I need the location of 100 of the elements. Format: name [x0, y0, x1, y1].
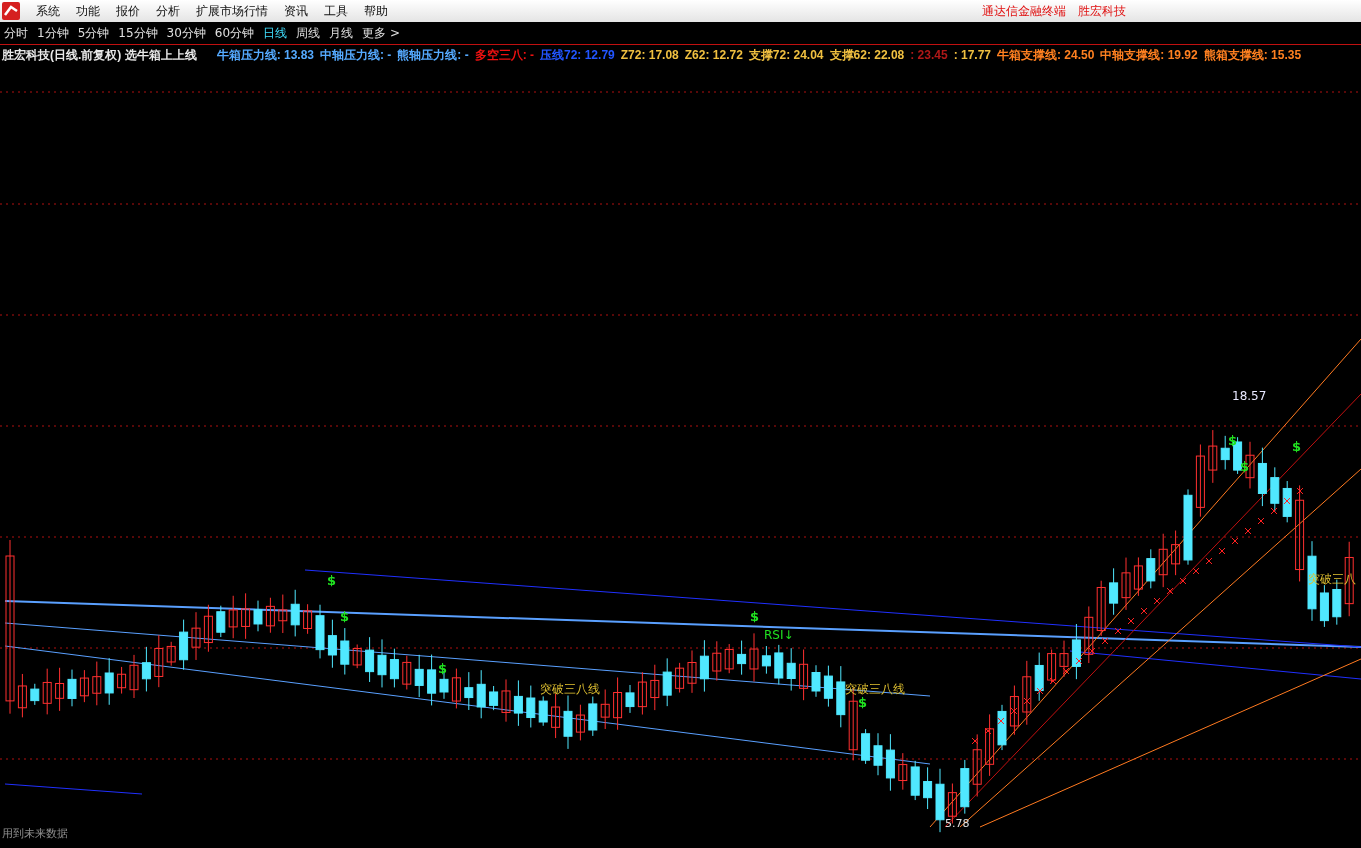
candlestick	[637, 671, 647, 715]
indicator-legend: : 23.45	[910, 48, 948, 62]
indicator-legend: 熊轴压力线: -	[397, 46, 469, 64]
candlestick	[526, 685, 536, 728]
candlestick	[898, 752, 908, 791]
candlestick	[650, 664, 660, 711]
period-tab[interactable]: 月线	[329, 24, 354, 42]
candlestick	[1270, 466, 1280, 512]
candlestick	[30, 683, 40, 706]
candlestick	[749, 632, 759, 682]
candlestick	[786, 647, 796, 692]
menu-item[interactable]: 扩展市场行情	[188, 2, 276, 20]
candlestick	[141, 646, 151, 692]
cross-marker	[1218, 547, 1226, 555]
menu-item[interactable]: 帮助	[356, 2, 396, 20]
period-tab[interactable]: 日线	[263, 24, 288, 42]
candlestick	[265, 597, 275, 634]
candlestick	[774, 644, 784, 685]
candlestick	[228, 595, 238, 639]
candlestick	[489, 685, 499, 711]
menu-item[interactable]: 资讯	[276, 2, 316, 20]
candlestick	[179, 619, 189, 671]
candlestick	[960, 759, 970, 815]
cross-marker	[1075, 657, 1083, 665]
candlestick	[253, 600, 263, 632]
candlestick	[377, 638, 387, 688]
app-logo-icon	[2, 2, 20, 20]
menu-item[interactable]: 工具	[316, 2, 356, 20]
period-tab[interactable]: 周线	[296, 24, 321, 42]
candlestick	[340, 627, 350, 675]
menu-item[interactable]: 功能	[68, 2, 108, 20]
period-tab[interactable]: 1分钟	[37, 24, 69, 42]
candlestick	[67, 669, 77, 707]
candlestick	[365, 636, 375, 683]
candlestick	[451, 668, 461, 709]
candlestick	[811, 664, 821, 698]
candlestick	[402, 655, 412, 690]
candlestick	[600, 689, 610, 730]
candlestick	[129, 654, 139, 699]
cross-marker	[1140, 607, 1148, 615]
indicator-legend: 中轴压力线: -	[320, 46, 392, 64]
cross-marker	[1296, 487, 1304, 495]
indicator-legend: 支撑72: 24.04	[748, 46, 824, 64]
candlestick	[1220, 435, 1230, 471]
period-tab[interactable]: 更多 >	[362, 24, 400, 42]
candlestick	[352, 644, 362, 669]
candlestick	[303, 603, 313, 635]
candlestick	[476, 669, 486, 719]
indicator-legend: 牛箱支撑线: 24.50	[997, 46, 1095, 64]
cross-marker	[984, 727, 992, 735]
candlestick	[687, 649, 697, 694]
candlestick	[92, 661, 102, 706]
candlestick	[1282, 480, 1292, 523]
candlestick	[1047, 649, 1057, 684]
signal-mark: $	[750, 609, 760, 624]
cross-marker	[1257, 517, 1265, 525]
indicator-legend: 熊箱支撑线: 15.35	[1203, 46, 1302, 64]
signal-mark: $	[1292, 439, 1302, 454]
period-tab[interactable]: 分时	[4, 24, 28, 42]
candlestick	[513, 679, 523, 727]
candlestick	[1158, 533, 1168, 588]
signal-mark: $	[438, 661, 448, 676]
candlestick	[166, 641, 176, 667]
candlestick	[191, 611, 201, 661]
menu-item[interactable]: 系统	[28, 2, 68, 20]
candlestick	[662, 657, 672, 707]
cross-marker	[1231, 537, 1239, 545]
candlestick	[17, 673, 27, 718]
candlestick	[538, 695, 548, 727]
period-tab[interactable]: 60分钟	[214, 24, 255, 42]
candlestick	[1084, 605, 1094, 664]
cross-marker	[1166, 587, 1174, 595]
indicator-legend: 压线72: 12.79	[540, 46, 615, 64]
candlestick	[910, 760, 920, 801]
candlestick	[55, 667, 65, 712]
candlestick	[985, 713, 995, 777]
candlestick	[935, 768, 945, 833]
menu-item[interactable]: 报价	[108, 2, 148, 20]
indicator-legend: Z72: 17.08	[620, 48, 679, 62]
candlestick	[737, 640, 747, 676]
candlestick	[216, 605, 226, 638]
indicator-legend: 牛箱压力线: 13.83	[216, 46, 315, 64]
candlestick	[625, 684, 635, 714]
candlestick	[427, 654, 437, 706]
candlestick	[613, 676, 623, 731]
candlestick	[873, 732, 883, 776]
cross-marker	[1114, 627, 1122, 635]
period-tab[interactable]: 15分钟	[118, 24, 158, 42]
candlestick	[1171, 530, 1181, 576]
candlestick	[761, 645, 771, 675]
candlestick	[588, 696, 598, 737]
cross-marker	[1036, 687, 1044, 695]
period-tab[interactable]: 30分钟	[166, 24, 206, 42]
candlestick	[117, 666, 127, 695]
period-tab[interactable]: 5分钟	[77, 24, 110, 42]
menu-item[interactable]: 分析	[148, 2, 188, 20]
candlestick	[290, 589, 300, 637]
candlestick	[861, 728, 871, 765]
cross-marker	[1205, 557, 1213, 565]
candlestick	[1059, 640, 1069, 678]
